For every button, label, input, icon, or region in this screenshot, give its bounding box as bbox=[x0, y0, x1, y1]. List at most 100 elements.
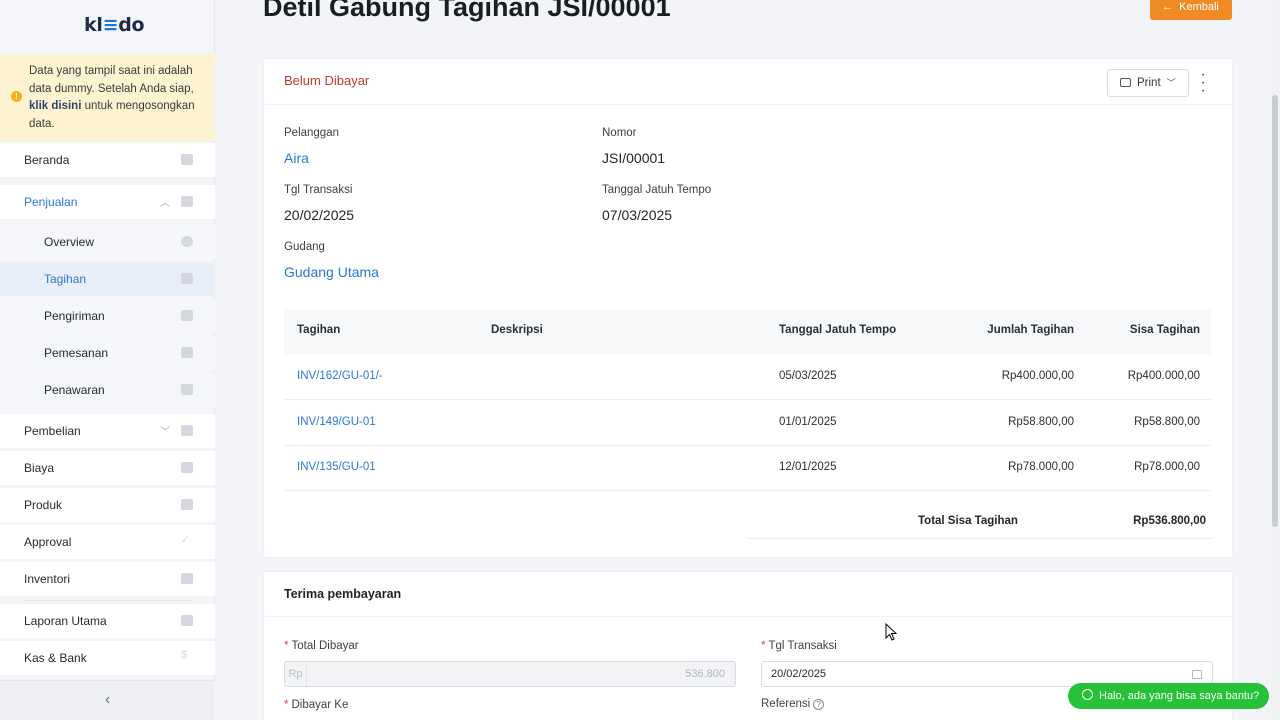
whatsapp-icon bbox=[1082, 689, 1093, 700]
sidebar-item-overview[interactable]: Overview bbox=[0, 225, 215, 259]
basket-icon bbox=[181, 196, 193, 207]
jatuh-tempo-value: 07/03/2025 bbox=[602, 207, 673, 223]
gudang-label: Gudang bbox=[284, 241, 325, 253]
tag-icon bbox=[181, 384, 193, 395]
sidebar-collapse-button[interactable]: ‹ bbox=[0, 680, 215, 720]
sidebar-divider bbox=[24, 600, 194, 601]
chevron-down-icon: ﹀ bbox=[160, 427, 170, 438]
total-sisa-label: Total Sisa Tagihan bbox=[918, 515, 1018, 527]
nomor-label: Nomor bbox=[602, 127, 637, 139]
home-icon bbox=[181, 154, 193, 165]
pelanggan-link[interactable]: Aira bbox=[284, 150, 309, 166]
table-header: Tagihan Deskripsi Tanggal Jatuh Tempo Ju… bbox=[284, 310, 1211, 354]
tanggal-cell: 01/01/2025 bbox=[779, 416, 837, 428]
col-tagihan[interactable]: Tagihan bbox=[297, 324, 340, 336]
back-button[interactable]: ← Kembali bbox=[1150, 0, 1232, 20]
sidebar-item-produk[interactable]: Produk bbox=[0, 488, 215, 522]
sidebar-item-approval[interactable]: Approval ✓ bbox=[0, 525, 215, 559]
sidebar-item-inventori[interactable]: Inventori bbox=[0, 562, 215, 596]
arrow-left-icon: ← bbox=[1162, 1, 1173, 13]
calendar-icon bbox=[1192, 670, 1202, 679]
col-sisa-tagihan[interactable]: Sisa Tagihan bbox=[1100, 324, 1200, 336]
more-options-icon[interactable]: · · · bbox=[1199, 67, 1207, 99]
table-row: INV/162/GU-01/- 05/03/2025 Rp400.000,00 … bbox=[284, 354, 1211, 400]
col-deskripsi[interactable]: Deskripsi bbox=[491, 324, 543, 336]
sidebar-item-pembelian[interactable]: Pembelian ﹀ bbox=[0, 414, 215, 448]
box-icon bbox=[181, 499, 193, 510]
sidebar-item-beranda[interactable]: Beranda bbox=[0, 143, 215, 177]
tag-icon bbox=[181, 347, 193, 358]
tagihan-link[interactable]: INV/149/GU-01 bbox=[297, 416, 376, 428]
jumlah-cell: Rp58.800,00 bbox=[1008, 416, 1074, 428]
chevron-left-icon: ‹ bbox=[104, 691, 111, 708]
print-button[interactable]: Print ﹀ bbox=[1107, 69, 1189, 97]
invoice-card: Belum Dibayar Print ﹀ · · · Pelanggan Aira … bbox=[263, 58, 1233, 558]
sidebar-item-penawaran[interactable]: Penawaran bbox=[0, 373, 215, 407]
tanggal-cell: 05/03/2025 bbox=[779, 370, 837, 382]
col-tanggal-jatuh-tempo[interactable]: Tanggal Jatuh Tempo bbox=[779, 324, 896, 336]
table-row: INV/135/GU-01 12/01/2025 Rp78.000,00 Rp7… bbox=[284, 445, 1211, 491]
kledo-logo[interactable]: kl≡do bbox=[84, 14, 145, 36]
sidebar: kl≡do ! Data yang tampil saat ini adalah… bbox=[0, 0, 215, 720]
notice-clear-link[interactable]: klik disini bbox=[29, 100, 81, 112]
total-divider bbox=[747, 538, 1213, 539]
main-content: Detil Gabung Tagihan JSI/00001 ← Kembali… bbox=[242, 0, 1266, 720]
sidebar-item-biaya[interactable]: Biaya bbox=[0, 451, 215, 485]
dollar-icon: $ bbox=[181, 649, 188, 661]
tgl-transaksi-label: * Tgl Transaksi bbox=[761, 640, 837, 652]
required-mark: * bbox=[284, 640, 289, 652]
card-icon bbox=[181, 462, 193, 473]
warehouse-icon bbox=[181, 573, 193, 584]
whatsapp-chat-button[interactable]: Halo, ada yang bisa saya bantu? bbox=[1068, 683, 1269, 709]
total-dibayar-label: * Total Dibayar bbox=[284, 640, 359, 652]
printer-icon bbox=[1120, 78, 1131, 87]
jumlah-cell: Rp78.000,00 bbox=[1008, 461, 1074, 473]
sidebar-item-laporan-utama[interactable]: Laporan Utama bbox=[0, 604, 215, 638]
pie-icon bbox=[181, 236, 193, 247]
currency-prefix: Rp bbox=[285, 662, 307, 686]
notice-text: Data yang tampil saat ini adalah data du… bbox=[29, 65, 194, 95]
tgl-transaksi-label: Tgl Transaksi bbox=[284, 184, 353, 196]
page-title: Detil Gabung Tagihan JSI/00001 bbox=[263, 0, 671, 22]
back-button-label: Kembali bbox=[1179, 1, 1219, 13]
required-mark: * bbox=[284, 699, 289, 711]
status-badge: Belum Dibayar bbox=[284, 73, 370, 88]
divider bbox=[264, 616, 1232, 617]
chevron-up-icon: ︿ bbox=[160, 198, 170, 209]
sidebar-item-pemesanan[interactable]: Pemesanan bbox=[0, 336, 215, 370]
sidebar-item-tagihan[interactable]: Tagihan bbox=[0, 262, 215, 296]
chat-label: Halo, ada yang bisa saya bantu? bbox=[1099, 690, 1260, 702]
warning-icon: ! bbox=[11, 91, 22, 102]
total-dibayar-input[interactable]: Rp 536.800 bbox=[284, 661, 736, 687]
sidebar-item-pengiriman[interactable]: Pengiriman bbox=[0, 299, 215, 333]
jumlah-cell: Rp400.000,00 bbox=[1001, 370, 1074, 382]
sisa-cell: Rp78.000,00 bbox=[1134, 461, 1200, 473]
print-label: Print bbox=[1137, 77, 1161, 89]
total-sisa-value: Rp536.800,00 bbox=[1133, 515, 1206, 527]
tag-icon bbox=[181, 310, 193, 321]
check-icon: ✓ bbox=[181, 534, 191, 546]
help-icon[interactable]: ? bbox=[813, 699, 825, 710]
tagihan-link[interactable]: INV/135/GU-01 bbox=[297, 461, 376, 473]
scrollbar-thumb[interactable] bbox=[1272, 95, 1278, 527]
dibayar-ke-label: * Dibayar Ke bbox=[284, 699, 349, 711]
sidebar-item-kas-bank[interactable]: Kas & Bank $ bbox=[0, 641, 215, 675]
jatuh-tempo-label: Tanggal Jatuh Tempo bbox=[602, 184, 712, 196]
tagihan-link[interactable]: INV/162/GU-01/- bbox=[297, 370, 383, 382]
chart-icon bbox=[181, 615, 193, 626]
chevron-down-icon: ﹀ bbox=[1166, 78, 1176, 88]
mouse-cursor-icon bbox=[885, 623, 898, 641]
referensi-label: Referensi? bbox=[761, 698, 825, 710]
nomor-value: JSI/00001 bbox=[602, 150, 666, 166]
tanggal-cell: 12/01/2025 bbox=[779, 461, 837, 473]
required-mark: * bbox=[761, 640, 766, 652]
sisa-cell: Rp400.000,00 bbox=[1127, 370, 1200, 382]
gudang-link[interactable]: Gudang Utama bbox=[284, 264, 379, 280]
tgl-transaksi-value: 20/02/2025 bbox=[284, 207, 355, 223]
col-jumlah-tagihan[interactable]: Jumlah Tagihan bbox=[974, 324, 1074, 336]
divider bbox=[264, 104, 1232, 105]
payment-title: Terima pembayaran bbox=[284, 587, 402, 601]
pelanggan-label: Pelanggan bbox=[284, 127, 339, 139]
sisa-cell: Rp58.800,00 bbox=[1134, 416, 1200, 428]
sidebar-item-penjualan[interactable]: Penjualan ︿ bbox=[0, 185, 215, 219]
